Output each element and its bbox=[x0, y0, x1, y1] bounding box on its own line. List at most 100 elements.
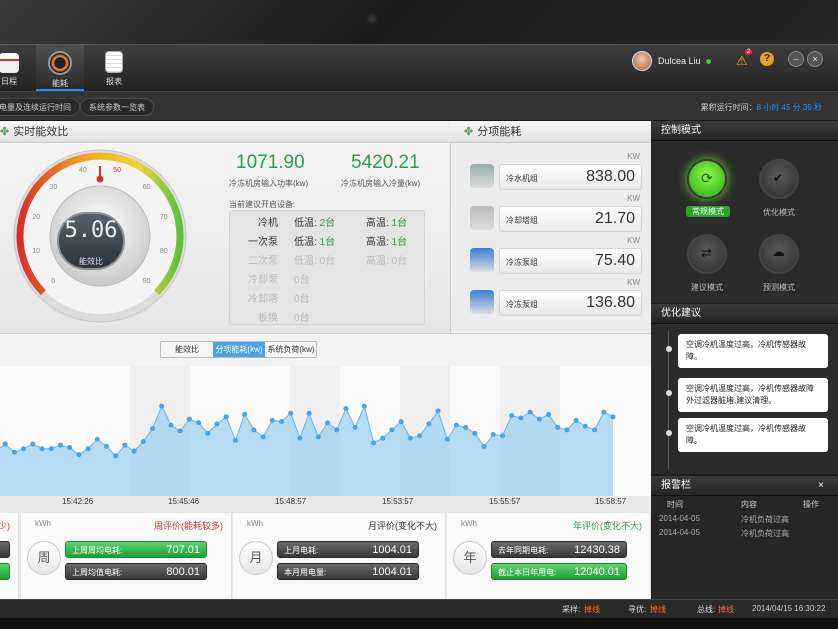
data-point[interactable] bbox=[196, 420, 202, 426]
data-point[interactable] bbox=[481, 443, 487, 449]
data-point[interactable] bbox=[315, 434, 321, 440]
data-point[interactable] bbox=[352, 424, 358, 430]
data-point[interactable] bbox=[57, 442, 63, 448]
suggestion-card[interactable]: 空调冷机温度过高，冷机传感器故障。 bbox=[678, 334, 828, 368]
data-point[interactable] bbox=[232, 437, 238, 443]
data-point[interactable] bbox=[131, 448, 137, 454]
data-point[interactable] bbox=[546, 411, 552, 417]
data-point[interactable] bbox=[435, 408, 441, 414]
data-point[interactable] bbox=[122, 442, 128, 448]
data-point[interactable] bbox=[113, 453, 119, 459]
data-point[interactable] bbox=[426, 421, 432, 427]
data-point[interactable] bbox=[389, 427, 395, 433]
tab-cop[interactable]: 能效比 bbox=[161, 342, 213, 357]
data-point[interactable] bbox=[306, 410, 312, 416]
data-point[interactable] bbox=[168, 422, 174, 428]
data-point[interactable] bbox=[407, 435, 413, 441]
data-point[interactable] bbox=[186, 416, 192, 422]
data-point[interactable] bbox=[555, 424, 561, 430]
suggestion-card[interactable]: 空调冷机温度过高，冷机传感器故障外过滤器脏堵,建议清理。 bbox=[678, 378, 828, 412]
data-point[interactable] bbox=[21, 446, 27, 452]
x-tick-label: 15:45:46 bbox=[168, 497, 200, 506]
data-point[interactable] bbox=[380, 435, 386, 441]
data-point[interactable] bbox=[150, 426, 156, 432]
alarm-row[interactable]: 2014-04-05 冷机负荷过高 bbox=[651, 514, 838, 527]
alarm-row[interactable]: 2014-04-05 冷机负荷过高 bbox=[651, 528, 838, 541]
data-point[interactable] bbox=[251, 427, 257, 433]
data-point[interactable] bbox=[601, 409, 607, 415]
low-temp-count: 低温: 0台 bbox=[294, 252, 335, 267]
data-point[interactable] bbox=[85, 446, 91, 452]
data-point[interactable] bbox=[518, 415, 524, 421]
alarm-table-header: 时间 内容 操作 bbox=[651, 499, 838, 512]
data-point[interactable] bbox=[214, 421, 220, 427]
data-point[interactable] bbox=[297, 435, 303, 441]
data-point[interactable] bbox=[67, 445, 73, 451]
data-point[interactable] bbox=[499, 433, 505, 439]
help-icon[interactable]: ? bbox=[760, 52, 774, 66]
data-point[interactable] bbox=[573, 417, 579, 423]
report-icon bbox=[105, 51, 123, 73]
nav-schedule[interactable]: 日程 bbox=[0, 45, 24, 92]
data-point[interactable] bbox=[242, 411, 248, 417]
data-point[interactable] bbox=[490, 432, 496, 438]
data-point[interactable] bbox=[39, 446, 45, 452]
data-point[interactable] bbox=[536, 416, 542, 422]
data-point[interactable] bbox=[610, 414, 616, 420]
data-point[interactable] bbox=[361, 403, 367, 409]
data-point[interactable] bbox=[527, 409, 533, 415]
data-point[interactable] bbox=[11, 449, 17, 455]
data-point[interactable] bbox=[76, 452, 82, 458]
minimize-icon[interactable]: – bbox=[788, 51, 804, 67]
system-params-button[interactable]: 系统参数一览表 bbox=[80, 98, 154, 116]
nav-reports[interactable]: 报表 bbox=[92, 45, 136, 92]
data-point[interactable] bbox=[159, 403, 165, 409]
data-point[interactable] bbox=[48, 446, 54, 452]
data-point[interactable] bbox=[592, 427, 598, 433]
close-icon[interactable]: × bbox=[807, 51, 823, 67]
data-point[interactable] bbox=[2, 441, 8, 447]
data-point[interactable] bbox=[223, 414, 229, 420]
data-point[interactable] bbox=[509, 413, 515, 419]
mode-suggest-button[interactable]: ⇄ bbox=[687, 234, 727, 274]
high-temp-value: 1台 bbox=[391, 218, 408, 229]
data-point[interactable] bbox=[269, 417, 275, 423]
data-point[interactable] bbox=[30, 441, 36, 447]
data-point[interactable] bbox=[453, 422, 459, 428]
data-point[interactable] bbox=[371, 440, 377, 446]
gauge-tick-label: 80 bbox=[159, 248, 168, 256]
data-point[interactable] bbox=[140, 439, 146, 445]
data-point[interactable] bbox=[104, 443, 110, 449]
suggestion-card[interactable]: 空调冷机温度过高，冷机传感器故障。 bbox=[678, 418, 828, 452]
data-point[interactable] bbox=[334, 427, 340, 433]
data-point[interactable] bbox=[444, 436, 450, 442]
data-point[interactable] bbox=[288, 410, 294, 416]
user-name[interactable]: Dulcea Liu bbox=[658, 56, 701, 66]
data-point[interactable] bbox=[343, 406, 349, 412]
stat-title: 周评价(能耗较多) bbox=[154, 521, 223, 531]
runtime-stats-button[interactable]: 电量及连续运行时间 bbox=[0, 98, 80, 116]
data-point[interactable] bbox=[564, 427, 570, 433]
data-point[interactable] bbox=[472, 430, 478, 436]
data-point[interactable] bbox=[417, 433, 423, 439]
data-point[interactable] bbox=[463, 424, 469, 430]
alarm-close-icon[interactable]: × bbox=[818, 476, 824, 496]
tab-subitem-energy[interactable]: 分项能耗(kw) bbox=[213, 342, 265, 357]
data-point[interactable] bbox=[94, 436, 100, 442]
sampling-status: 掉线 bbox=[584, 605, 600, 614]
data-point[interactable] bbox=[278, 419, 284, 425]
nav-energy[interactable]: 能耗 bbox=[36, 45, 84, 92]
tab-system-load[interactable]: 系统负荷(kw) bbox=[265, 342, 316, 357]
data-point[interactable] bbox=[177, 428, 183, 434]
stat-unit: kWh bbox=[247, 519, 263, 528]
avatar[interactable] bbox=[632, 51, 652, 71]
mode-predict-button[interactable]: ☁ bbox=[759, 234, 799, 274]
data-point[interactable] bbox=[398, 419, 404, 425]
data-point[interactable] bbox=[205, 430, 211, 436]
data-point[interactable] bbox=[260, 434, 266, 440]
mode-optimize-button[interactable]: ✔ bbox=[759, 159, 799, 199]
data-point[interactable] bbox=[582, 423, 588, 429]
alert-icon[interactable]: ⚠ bbox=[736, 53, 748, 69]
mode-normal-button[interactable]: ⟳ bbox=[687, 159, 727, 199]
data-point[interactable] bbox=[325, 420, 331, 426]
